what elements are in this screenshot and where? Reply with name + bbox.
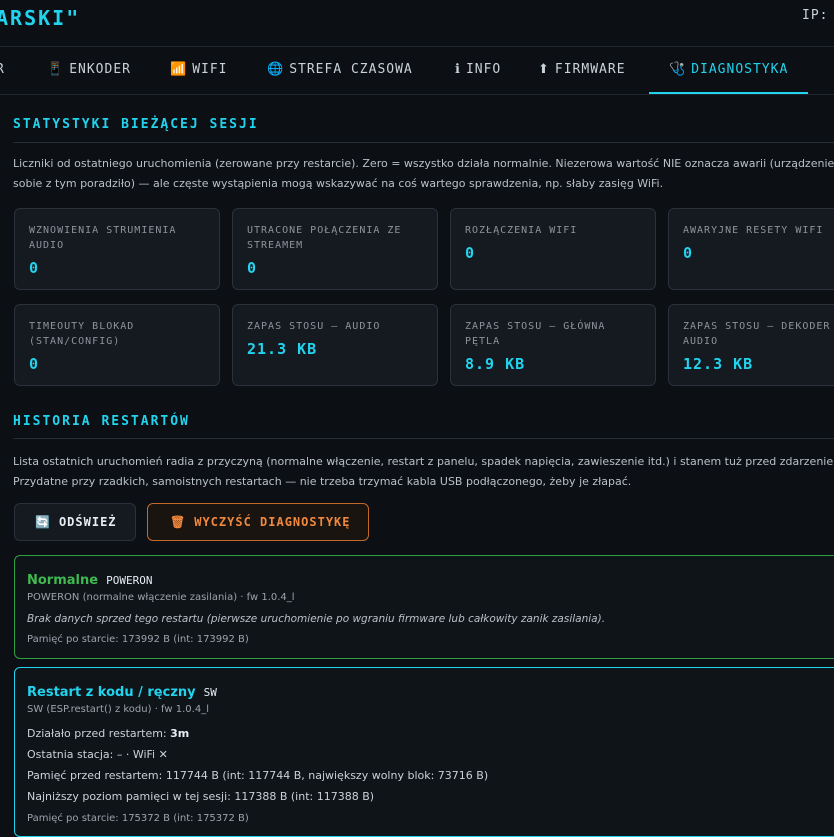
stat-card-audio-resumes: WZNOWIENIA STRUMIENIA AUDIO 0 (14, 208, 220, 290)
desc-line: Lista ostatnich uruchomień radia z przyc… (13, 455, 834, 468)
stethoscope-icon: 🩺 (669, 62, 687, 77)
stat-label: AWARYJNE RESETY WIFI (683, 225, 824, 236)
stat-value: 0 (29, 259, 40, 277)
divider (13, 142, 834, 143)
entry-title: Restart z kodu / ręczny SW (27, 681, 217, 700)
stat-label: TIMEOUTY BLOKAD (STAN/CONFIG) (29, 321, 135, 347)
stat-card-wifi-disconnects: ROZŁĄCZENIA WIFI 0 (450, 208, 656, 290)
stat-card-lock-timeouts: TIMEOUTY BLOKAD (STAN/CONFIG) 0 (14, 304, 220, 386)
tab-label: WIFI (192, 62, 228, 77)
restart-entry-poweron: Normalne POWERON POWERON (normalne włącze… (14, 555, 834, 659)
section-title-history: HISTORIA RESTARTÓW (13, 414, 190, 429)
entry-reason: Normalne (27, 573, 99, 588)
stat-label: ROZŁĄCZENIA WIFI (465, 225, 578, 236)
tab-partial[interactable]: R (0, 47, 5, 94)
entry-last-station: Ostatnia stacja: – · WiFi ✕ (27, 748, 168, 761)
tab-label: R (0, 62, 5, 77)
stat-card-wifi-resets: AWARYJNE RESETY WIFI 0 (668, 208, 834, 290)
tab-enkoder[interactable]: 📱 ENKODER (47, 47, 131, 94)
app-title: ARSKI" (0, 6, 81, 30)
stat-value: 0 (247, 259, 258, 277)
entry-note: Brak danych sprzed tego restartu (pierws… (27, 613, 606, 625)
entry-meta: POWERON (normalne włączenie zasilania) ·… (27, 592, 295, 603)
tab-strefa-czasowa[interactable]: 🌐 STREFA CZASOWA (267, 47, 413, 94)
stat-value: 0 (683, 244, 694, 262)
stat-card-stream-drops: UTRACONE POŁĄCZENIA ZE STREAMEM 0 (232, 208, 438, 290)
refresh-label: ODŚWIEŻ (58, 515, 117, 529)
top-bar: ARSKI" IP: 1 (0, 0, 834, 46)
entry-memory-lowest: Najniższy poziom pamięci w tej sesji: 11… (27, 790, 375, 803)
stat-card-stack-audio: ZAPAS STOSU – AUDIO 21.3 KB (232, 304, 438, 386)
tab-bar: R 📱 ENKODER 📶 WIFI 🌐 STREFA CZASOWA ℹ INFO ⬆… (0, 46, 834, 95)
tab-label: INFO (465, 62, 502, 77)
clear-diagnostics-button[interactable]: 🗑 WYCZYŚĆ DIAGNOSTYKĘ (147, 503, 369, 541)
entry-code: POWERON (106, 574, 153, 587)
stat-value: 8.9 KB (465, 355, 526, 373)
entry-title: Normalne POWERON (27, 569, 152, 588)
entry-reason: Restart z kodu / ręczny (27, 685, 196, 700)
entry-uptime: Działało przed restartem: 3m (27, 727, 189, 740)
stat-card-stack-decoder: ZAPAS STOSU – DEKODER AUDIO 12.3 KB (668, 304, 834, 386)
tab-firmware[interactable]: ⬆ FIRMWARE (538, 47, 626, 94)
tab-info[interactable]: ℹ INFO (455, 47, 501, 94)
stat-label: WZNOWIENIA STRUMIENIA AUDIO (29, 225, 177, 251)
info-icon: ℹ (455, 62, 461, 77)
arrow-up-icon: ⬆ (538, 62, 550, 77)
signal-icon: 📶 (170, 62, 188, 77)
uptime-value: 3m (170, 727, 190, 740)
stat-label: ZAPAS STOSU – AUDIO (247, 321, 381, 332)
entry-code: SW (203, 686, 217, 699)
divider (13, 438, 834, 439)
entry-memory: Pamięć po starcie: 173992 B (int: 173992… (27, 634, 249, 645)
tab-wifi[interactable]: 📶 WIFI (170, 47, 228, 94)
stat-value: 0 (29, 355, 40, 373)
history-description: Lista ostatnich uruchomień radia z przyc… (13, 452, 834, 492)
tab-label: DIAGNOSTYKA (691, 62, 789, 77)
stat-card-stack-main-loop: ZAPAS STOSU – GŁÓWNA PĘTLA 8.9 KB (450, 304, 656, 386)
tab-diagnostyka[interactable]: 🩺 DIAGNOSTYKA (649, 47, 808, 94)
desc-line: sobie z tym poradziło) — ale częste wyst… (13, 177, 664, 190)
stat-value: 0 (465, 244, 476, 262)
stat-label: UTRACONE POŁĄCZENIA ZE STREAMEM (247, 225, 402, 251)
ip-address: IP: 1 (802, 8, 834, 23)
phone-icon: 📱 (47, 62, 65, 77)
uptime-label: Działało przed restartem: (27, 727, 167, 740)
globe-icon: 🌐 (267, 62, 285, 77)
tab-label: ENKODER (69, 62, 131, 77)
stat-label: ZAPAS STOSU – DEKODER AUDIO (683, 321, 831, 347)
stats-description: Liczniki od ostatniego uruchomienia (zer… (13, 154, 834, 194)
entry-meta: SW (ESP.restart() z kodu) · fw 1.0.4_l (27, 704, 209, 715)
tab-label: STREFA CZASOWA (289, 62, 413, 77)
stat-label: ZAPAS STOSU – GŁÓWNA PĘTLA (465, 321, 606, 347)
stat-value: 12.3 KB (683, 355, 754, 373)
entry-memory-before: Pamięć przed restartem: 117744 B (int: 1… (27, 769, 489, 782)
refresh-button[interactable]: 🔄 ODŚWIEŻ (14, 503, 136, 541)
desc-line: Przydatne przy rzadkich, samoistnych res… (13, 475, 632, 488)
section-title-stats: STATYSTYKI BIEŻĄCEJ SESJI (13, 117, 259, 132)
refresh-icon: 🔄 (35, 515, 51, 529)
clear-label: WYCZYŚĆ DIAGNOSTYKĘ (194, 515, 351, 529)
restart-entry-sw: Restart z kodu / ręczny SW SW (ESP.restar… (14, 667, 834, 837)
tab-label: FIRMWARE (554, 62, 626, 77)
stat-value: 21.3 KB (247, 340, 318, 358)
entry-memory: Pamięć po starcie: 175372 B (int: 175372… (27, 813, 249, 824)
trash-icon: 🗑 (170, 515, 187, 529)
desc-line: Liczniki od ostatniego uruchomienia (zer… (13, 157, 834, 170)
